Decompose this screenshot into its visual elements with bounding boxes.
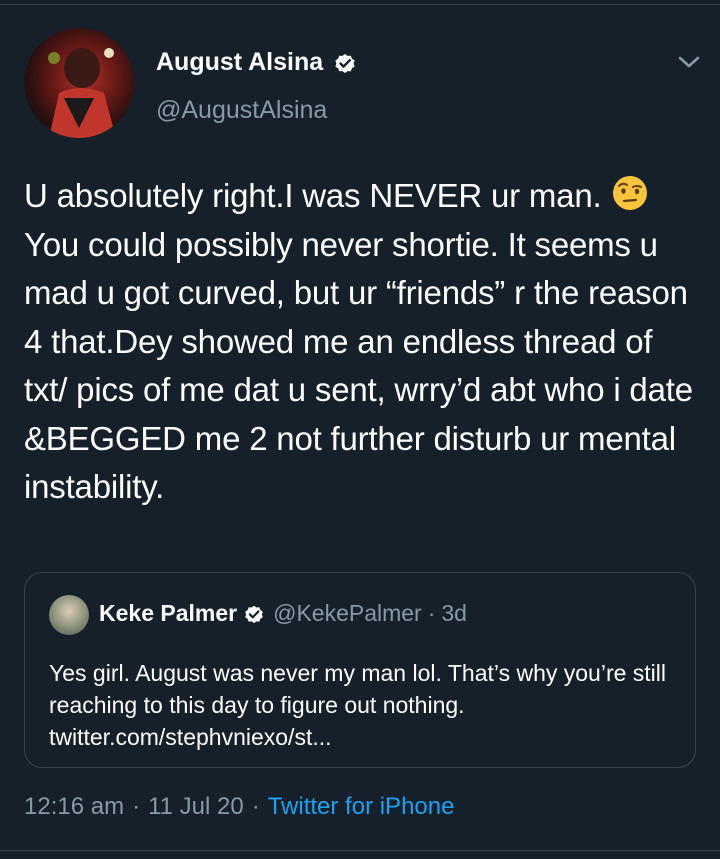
tweet-source-link[interactable]: Twitter for iPhone xyxy=(268,793,455,821)
tweet-meta: 12:16 am · 11 Jul 20 · Twitter for iPhon… xyxy=(24,793,454,821)
quoted-tweet-header: Keke Palmer @KekePalmer · 3d xyxy=(99,600,467,627)
quoted-tweet-age: 3d xyxy=(441,600,467,626)
quoted-tweet-card[interactable]: Keke Palmer @KekePalmer · 3d Yes girl. A… xyxy=(24,572,696,768)
tweet-text: U absolutely right.I was NEVER ur man. Y… xyxy=(24,172,704,512)
meta-separator-1: · xyxy=(132,793,141,820)
bottom-divider xyxy=(0,850,720,851)
author-handle[interactable]: @AugustAlsina xyxy=(156,96,327,125)
verified-badge-icon xyxy=(243,603,265,625)
top-divider xyxy=(0,4,720,5)
verified-badge-icon xyxy=(333,51,357,75)
quoted-author-avatar[interactable] xyxy=(49,595,89,635)
quoted-separator: · xyxy=(427,600,436,626)
quoted-author-handle[interactable]: @KekePalmer xyxy=(273,600,422,627)
tweet-header: August Alsina @AugustAlsina xyxy=(24,28,704,144)
tweet-date: 11 Jul 20 xyxy=(148,793,244,820)
meta-separator-2: · xyxy=(251,793,260,820)
quoted-tweet-text: Yes girl. August was never my man lol. T… xyxy=(49,660,667,750)
tweet-text-part-2: You could possibly never shortie. It see… xyxy=(24,225,702,506)
tweet-time: 12:16 am xyxy=(24,793,125,820)
author-display-name[interactable]: August Alsina xyxy=(156,48,323,77)
quoted-author-name[interactable]: Keke Palmer xyxy=(99,600,237,627)
author-name-row: August Alsina xyxy=(156,48,357,77)
chevron-down-icon[interactable] xyxy=(674,50,704,74)
author-avatar[interactable] xyxy=(24,28,134,138)
tweet-text-part-1: U absolutely right.I was NEVER ur man. xyxy=(24,177,611,214)
face-with-raised-eyebrow-icon xyxy=(610,173,650,213)
